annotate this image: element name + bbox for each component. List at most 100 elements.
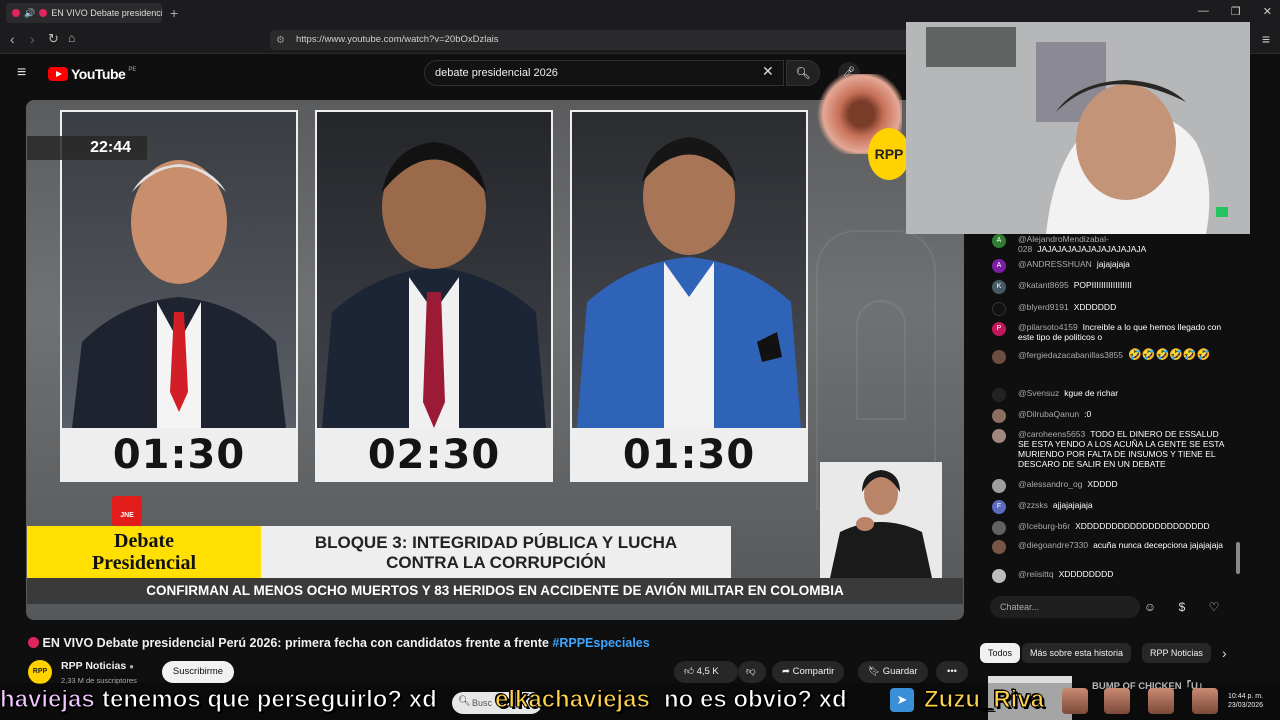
new-tab-button[interactable]: + [170,5,178,21]
channel-avatar[interactable]: RPP [28,660,52,684]
chat-author[interactable]: @diegoandre7330 [1018,540,1088,550]
region-code: PE [128,67,137,73]
maximize-icon[interactable]: ❐ [1231,5,1241,18]
verified-icon: ● [129,662,134,671]
tab-title: EN VIVO Debate presidenci [51,8,162,18]
hamburger-menu-icon[interactable]: ≡ [17,64,26,82]
minimize-icon[interactable]: — [1198,5,1209,18]
chat-message: @Iceburg-b6r XDDDDDDDDDDDDDDDDDDDDD [992,521,1224,535]
chat-input[interactable]: Chatear... [990,596,1140,618]
chat-scrollbar[interactable] [1236,542,1240,574]
close-window-icon[interactable]: ✕ [1263,5,1272,18]
chat-text: XDDDDDD [1073,302,1117,312]
system-time: 10:44 p. m. [1228,693,1264,700]
chat-message: @alessandro_og XDDDD [992,479,1224,493]
candidate-panel-3: 01:30 [570,110,808,482]
forward-icon[interactable]: › [30,31,35,47]
taskbar-avatar [1148,688,1174,714]
chevron-right-icon[interactable]: › [1222,645,1227,661]
super-chat-icon[interactable]: $ [1173,598,1191,616]
chat-message: @reiisittq XDDDDDDDD [992,569,1224,583]
clear-search-icon[interactable]: ✕ [762,63,774,80]
chat-message: @fergiedazacabanillas3855 🤣🤣🤣🤣🤣🤣 [992,350,1224,364]
chat-text: acuña nunca decepciona jajajajaja [1093,540,1224,550]
like-button[interactable]: 👍︎ 4,5 K [674,661,738,683]
emoji-icon[interactable]: ☺ [1141,598,1159,616]
system-date: 23/03/2026 [1228,702,1264,709]
chat-author[interactable]: @Svensuz [1018,388,1059,398]
dislike-button[interactable]: 👎︎ [738,661,766,683]
streamer-webcam [906,22,1250,234]
chat-text: jajajajaja [1096,259,1130,269]
avatar [992,429,1006,443]
chat-author[interactable]: @ANDRESSHUAN [1018,259,1092,269]
window-controls: — ❐ ✕ [1198,5,1272,18]
heart-icon[interactable]: ♡ [1205,598,1223,616]
chip-more-story[interactable]: Más sobre esta historia [1022,643,1132,663]
program-title-box: Debate Presidencial [27,526,261,578]
avatar: A [992,259,1006,273]
chat-message: @diegoandre7330 acuña nunca decepciona ja… [992,540,1224,554]
chat-message: K @katant8695 POPIIIIIIIIIIIIIIIII [992,280,1224,294]
chat-author[interactable]: @fergiedazacabanillas3855 [1018,350,1123,360]
system-clock: 10:44 p. m. 23/03/2026 [1228,692,1263,710]
hashtag-link[interactable]: #RPPEspeciales [552,636,649,650]
chat-author[interactable]: @DilrubaQanun [1018,409,1079,419]
avatar [992,388,1006,402]
chat-text: JAJAJAJAJAJAJAJAJAJAJA [1037,244,1147,254]
chat-text: POPIIIIIIIIIIIIIIIII [1073,280,1132,290]
avatar [992,409,1006,423]
reload-icon[interactable]: ↻ [48,31,59,47]
chat-message: @blyerd9191 XDDDDDD [992,302,1224,316]
chip-all[interactable]: Todos [980,643,1021,663]
jne-logo: JNE [112,496,142,526]
ticker-message-1: tenemos que perseguirlo? xd [102,686,438,714]
back-icon[interactable]: ‹ [10,31,15,47]
block-title-line2: CONTRA LA CORRUPCIÓN [386,553,606,572]
chat-author[interactable]: @caroheens5653 [1018,429,1085,439]
taskbar-avatar [1192,688,1218,714]
url-field[interactable]: https://www.youtube.com/watch?v=20bOxDzl… [270,30,910,50]
chat-author[interactable]: @Iceburg-b6r [1018,521,1070,531]
chat-author[interactable]: @pilarsoto4159 [1018,322,1078,332]
candidate-timer-2: 02:30 [367,432,501,478]
chat-author[interactable]: @katant8695 [1018,280,1069,290]
chat-message: A @ANDRESSHUAN jajajajaja [992,259,1224,273]
subscribe-button[interactable]: Suscribirme [162,661,234,683]
search-input[interactable]: debate presidencial 2026 [424,60,784,86]
avatar [992,479,1006,493]
youtube-logo[interactable]: YouTube PE [48,66,136,82]
chat-author[interactable]: @blyerd9191 [1018,302,1069,312]
avatar: F [992,500,1006,514]
chip-rpp[interactable]: RPP Noticias [1142,643,1211,663]
share-label: Compartir [792,666,835,677]
ticker-username-3: Zuzu_Riva [923,686,1045,714]
chat-author[interactable]: @alessandro_og [1018,479,1082,489]
chat-author[interactable]: @reiisittq [1018,569,1054,579]
background-window [856,300,906,420]
taskbar-search-icon: 🔍︎ [458,696,471,707]
avatar: K [992,280,1006,294]
interpreter-figure [830,470,932,578]
chat-text: kgue de richar [1064,388,1119,398]
taskbar-app-icon[interactable]: ➤ [890,688,914,712]
more-actions-button[interactable]: ••• [936,661,968,683]
chat-author[interactable]: @zzsks [1018,500,1048,510]
candidate-camera-2 [317,112,551,428]
sign-language-interpreter [820,462,942,578]
avatar [992,569,1006,583]
browser-tab[interactable]: 🔊 EN VIVO Debate presidenci ✕ [6,3,162,23]
ticker-username-1: haviejas [0,686,95,714]
youtube-wordmark: YouTube [71,66,126,82]
live-chat: A @AlejandroMendizabal-028 JAJAJAJAJAJAJA… [976,234,1244,590]
save-button[interactable]: 🔖︎ Guardar [858,661,928,683]
block-title-line1: BLOQUE 3: INTEGRIDAD PÚBLICA Y LUCHA [314,533,678,552]
candidate-figure-2 [322,142,546,428]
site-settings-icon[interactable]: ⚙ [276,35,285,46]
share-button[interactable]: ➦ Compartir [772,661,845,683]
avatar [992,540,1006,554]
chat-text: ajjajajajaja [1052,500,1093,510]
browser-menu-icon[interactable]: ≡ [1262,31,1270,47]
channel-name[interactable]: RPP Noticias ● [61,660,134,672]
home-icon[interactable]: ⌂ [68,31,75,45]
